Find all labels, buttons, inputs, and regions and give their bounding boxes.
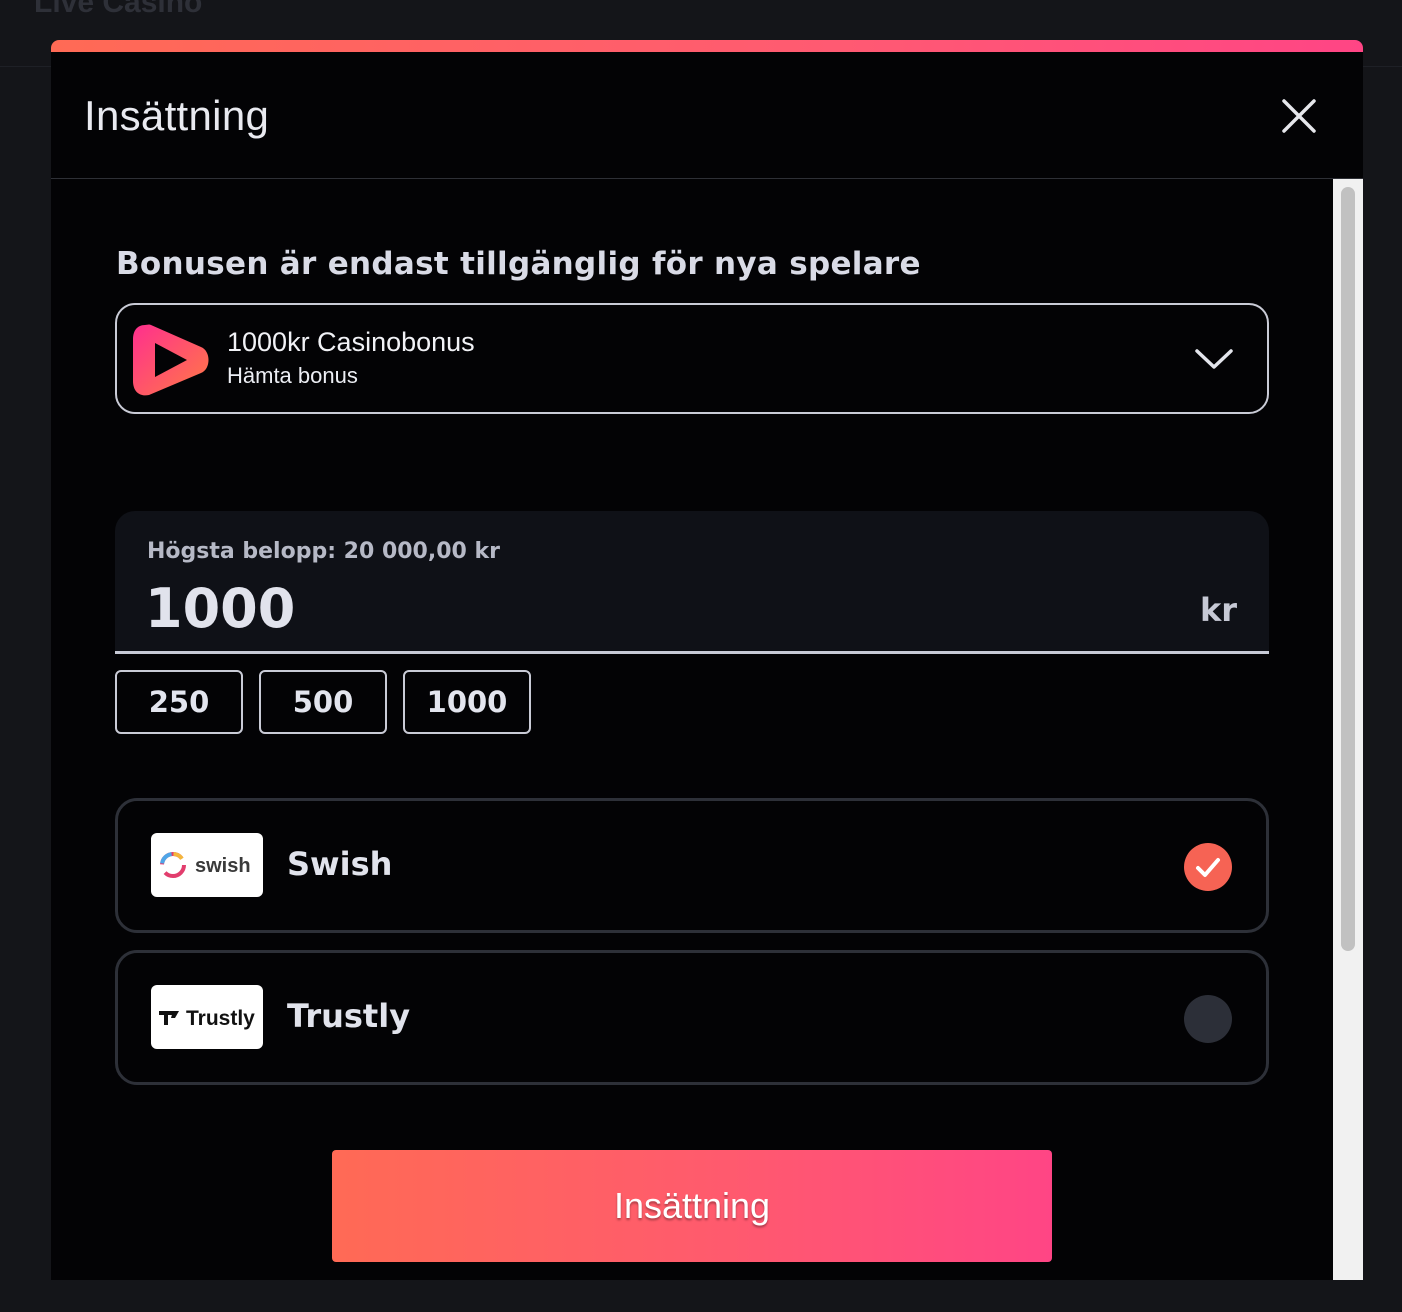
amount-field[interactable]: Högsta belopp: 20 000,00 kr kr — [115, 511, 1269, 654]
bonus-name: 1000kr Casinobonus — [227, 327, 475, 357]
unselected-radio[interactable] — [1184, 995, 1232, 1043]
background-page-title: Live Casino — [34, 0, 203, 19]
deposit-submit-button[interactable]: Insättning — [332, 1150, 1052, 1262]
modal-header: Insättning — [51, 52, 1363, 179]
modal-accent-bar — [51, 40, 1363, 52]
chevron-down-icon — [1195, 349, 1233, 369]
close-button[interactable] — [1279, 96, 1319, 136]
swish-logo: swish — [151, 833, 263, 897]
payment-method-name: Trustly — [287, 997, 411, 1035]
modal-title: Insättning — [84, 92, 270, 139]
scrollbar-thumb[interactable] — [1341, 187, 1355, 951]
amount-unit: kr — [1199, 591, 1237, 629]
amount-max-label: Högsta belopp: 20 000,00 kr — [147, 539, 500, 564]
trustly-logo-text: Trustly — [186, 1007, 255, 1030]
bonus-heading: Bonusen är endast tillgänglig för nya sp… — [116, 246, 921, 282]
selected-radio[interactable] — [1184, 843, 1232, 891]
payment-method-name: Swish — [287, 845, 393, 883]
close-icon — [1282, 99, 1316, 133]
bonus-dropdown[interactable]: 1000kr Casinobonus Hämta bonus — [115, 303, 1269, 414]
quick-amount-250[interactable]: 250 — [115, 670, 243, 734]
scrollbar[interactable] — [1333, 179, 1363, 1280]
trustly-logo: Trustly — [151, 985, 263, 1049]
amount-input[interactable] — [145, 573, 1145, 643]
checkmark-icon — [1196, 858, 1220, 877]
payment-method-swish[interactable]: swish Swish — [115, 798, 1269, 933]
bonus-subtitle: Hämta bonus — [227, 363, 358, 388]
play-logo-icon — [133, 324, 209, 396]
payment-method-trustly[interactable]: Trustly Trustly — [115, 950, 1269, 1085]
deposit-modal: Insättning Bonusen är endast tillgänglig… — [51, 40, 1363, 1280]
quick-amount-500[interactable]: 500 — [259, 670, 387, 734]
swish-logo-text: swish — [195, 855, 251, 877]
quick-amount-1000[interactable]: 1000 — [403, 670, 531, 734]
